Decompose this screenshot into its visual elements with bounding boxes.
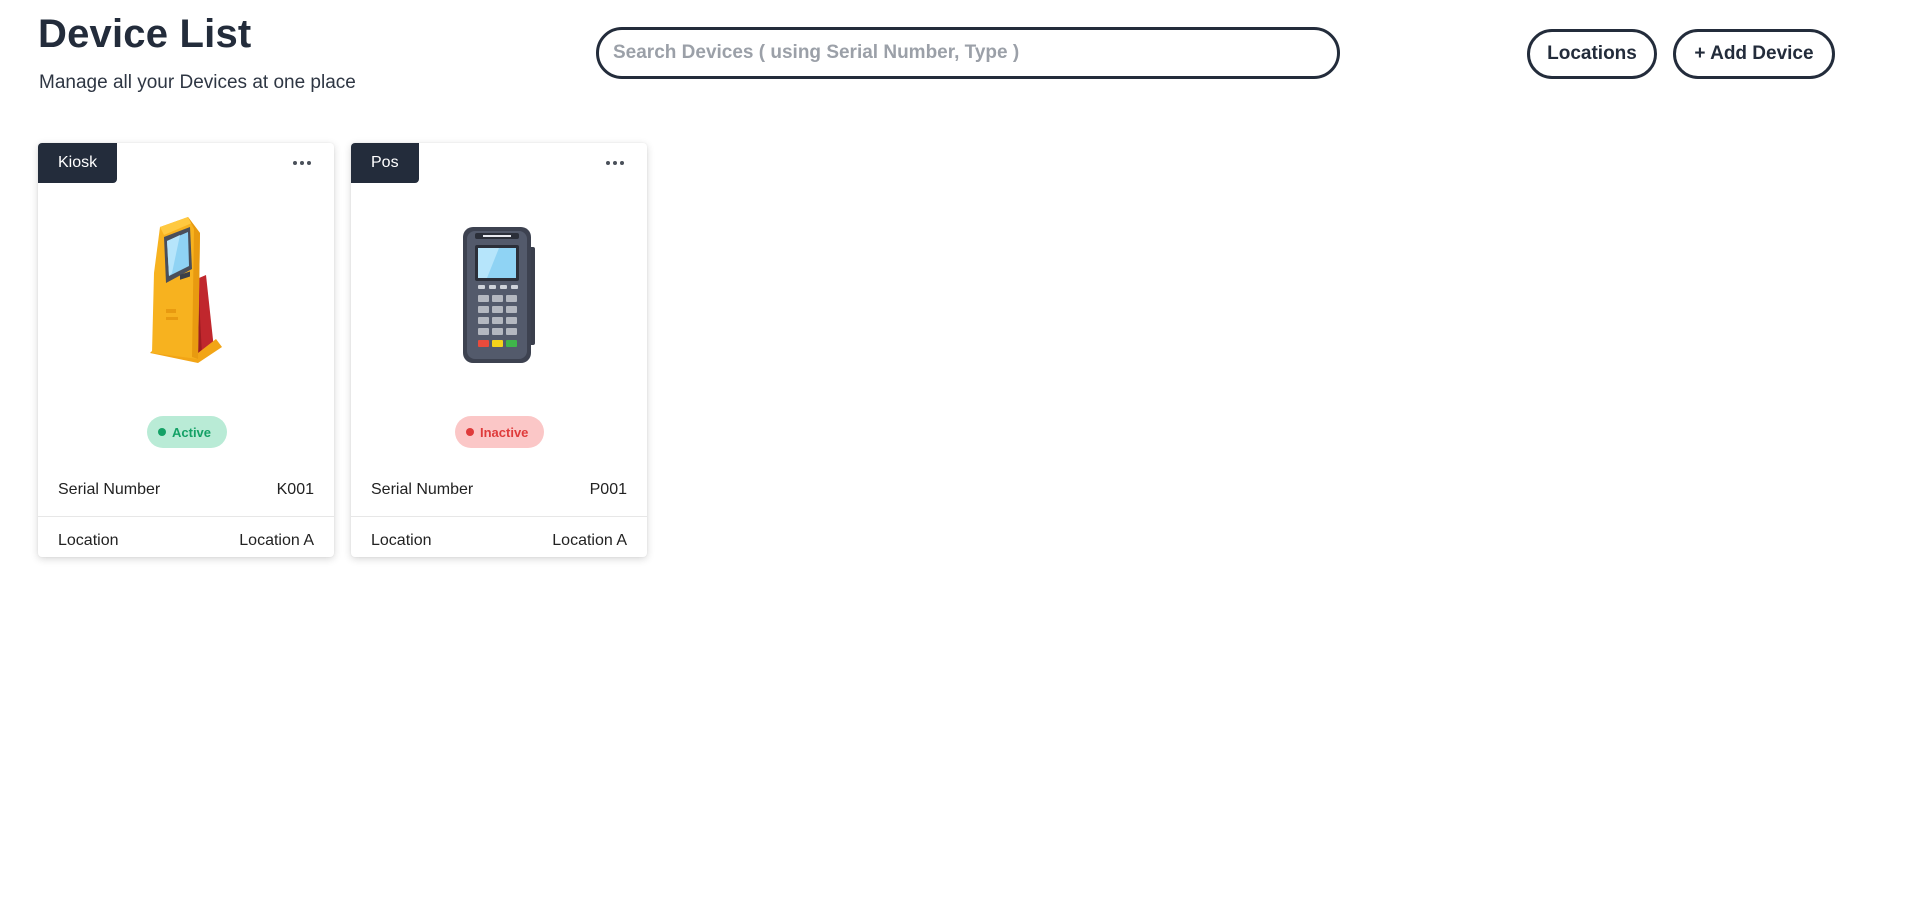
location-row: Location Location A [38, 516, 334, 564]
page-subtitle: Manage all your Devices at one place [39, 72, 356, 93]
page-header: Device List Manage all your Devices at o… [0, 0, 1920, 120]
status-dot-icon [158, 428, 166, 436]
serial-value: K001 [276, 481, 314, 498]
locations-button[interactable]: Locations [1527, 29, 1657, 79]
status-label: Inactive [480, 424, 529, 440]
status-label: Active [172, 424, 212, 440]
serial-row: Serial Number K001 [38, 466, 334, 514]
pos-terminal-icon [463, 227, 535, 363]
location-row: Location Location A [351, 516, 647, 564]
page-title: Device List [38, 12, 252, 56]
serial-value: P001 [589, 481, 627, 498]
location-label: Location [371, 531, 432, 549]
status-badge: Inactive [455, 416, 544, 448]
device-card[interactable]: Kiosk Active Serial Number K001 Location… [38, 143, 334, 557]
serial-label: Serial Number [371, 481, 474, 498]
serial-label: Serial Number [58, 481, 161, 498]
kiosk-icon [150, 217, 222, 363]
serial-row: Serial Number P001 [351, 466, 647, 514]
location-value: Location A [552, 531, 627, 549]
status-dot-icon [466, 428, 474, 436]
search-input[interactable] [611, 41, 1325, 65]
device-type-tag: Kiosk [38, 143, 118, 183]
add-device-button[interactable]: + Add Device [1673, 29, 1835, 79]
device-type-tag: Pos [351, 143, 419, 183]
more-options-icon[interactable] [601, 153, 629, 173]
status-badge: Active [147, 416, 227, 448]
location-label: Location [58, 531, 119, 549]
search-box[interactable] [596, 27, 1340, 79]
location-value: Location A [239, 531, 314, 549]
device-card[interactable]: Pos Inactive Serial Number P001 Location… [351, 143, 647, 557]
more-options-icon[interactable] [288, 153, 316, 173]
